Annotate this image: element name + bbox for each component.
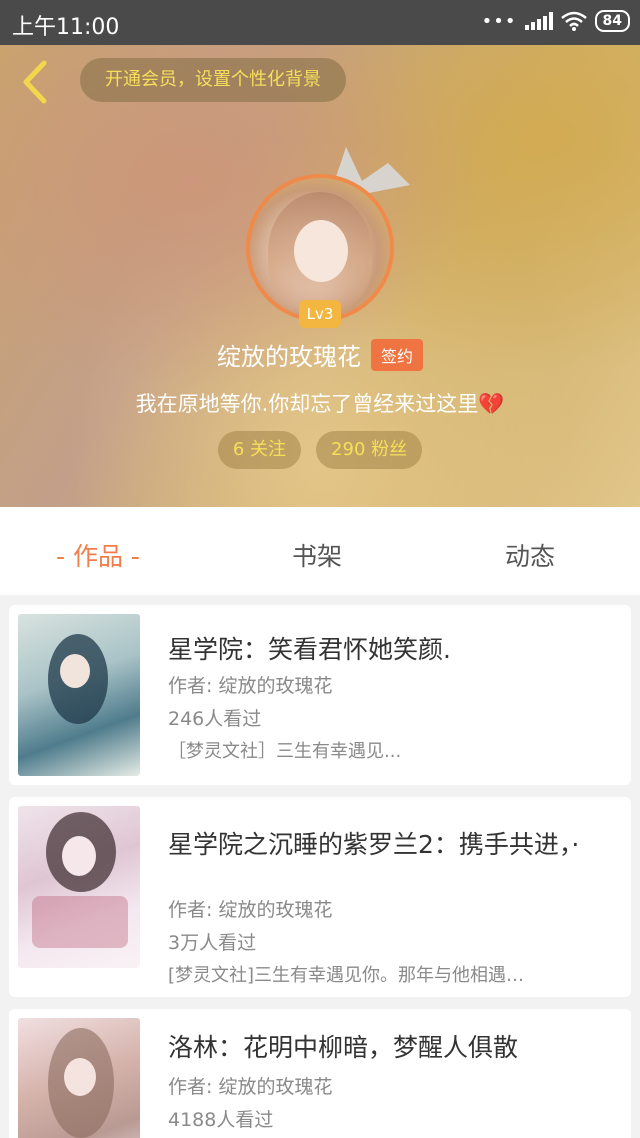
status-icons: ••• 84 <box>482 10 630 32</box>
book-card[interactable]: 洛林：花明中柳暗，梦醒人俱散 作者: 绽放的玫瑰花 4188人看过 <box>9 1009 631 1138</box>
book-card[interactable]: 星学院之沉睡的紫罗兰2：携手共进，· 作者: 绽放的玫瑰花 3万人看过 [梦灵文… <box>9 797 631 997</box>
level-badge: Lv3 <box>299 300 341 328</box>
status-bar: 上午11:00 ••• 84 <box>0 0 640 45</box>
back-icon[interactable] <box>18 59 52 105</box>
book-author: 作者: 绽放的玫瑰花 <box>168 899 333 921</box>
tab-bookshelf[interactable]: 书架 <box>292 537 342 573</box>
book-cover <box>18 806 140 968</box>
motto-text: 我在原地等你.你却忘了曾经来过这里 <box>135 392 479 416</box>
tab-activity[interactable]: 动态 <box>505 537 555 573</box>
book-cover <box>18 614 140 776</box>
following-button[interactable]: 6 关注 <box>217 431 302 469</box>
book-cover <box>18 1018 140 1138</box>
book-description: [梦灵文社]三生有幸遇见你。那年与他相遇… <box>168 965 525 986</box>
profile-stats: 6 关注 290 粉丝 <box>0 431 640 469</box>
username: 绽放的玫瑰花 <box>216 343 361 371</box>
book-views: 3万人看过 <box>168 932 257 954</box>
book-description: ［梦灵文社］三生有幸遇见... <box>168 741 402 762</box>
book-views: 246人看过 <box>168 708 262 730</box>
book-views: 4188人看过 <box>168 1109 274 1131</box>
book-title: 星学院：笑看君怀她笑颜. <box>168 635 451 664</box>
battery-indicator: 84 <box>594 10 630 32</box>
book-list: 星学院：笑看君怀她笑颜. 作者: 绽放的玫瑰花 246人看过 ［梦灵文社］三生有… <box>9 605 631 1138</box>
broken-heart-icon: 💔 <box>478 392 505 416</box>
book-card[interactable]: 星学院：笑看君怀她笑颜. 作者: 绽放的玫瑰花 246人看过 ［梦灵文社］三生有… <box>9 605 631 785</box>
profile-motto: 我在原地等你.你却忘了曾经来过这里💔 <box>0 388 640 418</box>
signed-badge: 签约 <box>370 338 423 371</box>
status-time: 上午11:00 <box>12 15 120 40</box>
more-dots-icon: ••• <box>481 10 517 32</box>
signal-icon <box>524 12 553 30</box>
book-title: 洛林：花明中柳暗，梦醒人俱散 <box>168 1033 519 1062</box>
followers-button[interactable]: 290 粉丝 <box>316 431 423 469</box>
profile-header: 开通会员，设置个性化背景 Lv3 绽放的玫瑰花 签约 我在原地等你.你却忘了曾经… <box>0 45 640 507</box>
profile-tabs: - 作品 - 书架 动态 <box>0 507 640 595</box>
name-row: 绽放的玫瑰花 签约 <box>0 337 640 372</box>
wifi-icon <box>560 11 587 31</box>
vip-background-button[interactable]: 开通会员，设置个性化背景 <box>80 58 346 102</box>
book-author: 作者: 绽放的玫瑰花 <box>168 675 333 697</box>
tab-works[interactable]: - 作品 - <box>56 537 140 573</box>
book-author: 作者: 绽放的玫瑰花 <box>168 1076 333 1098</box>
book-title: 星学院之沉睡的紫罗兰2：携手共进，· <box>168 830 580 859</box>
